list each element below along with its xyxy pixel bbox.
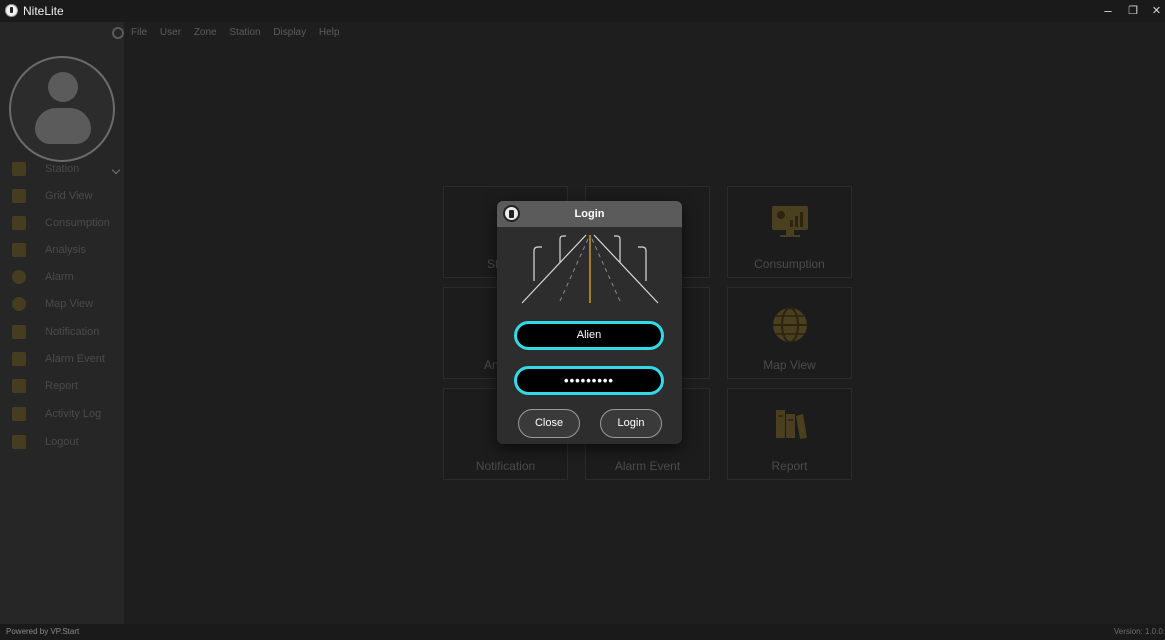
restore-button[interactable]: ❐ xyxy=(1123,2,1143,20)
globe-icon xyxy=(772,307,807,343)
menu-user[interactable]: User xyxy=(160,27,181,38)
menu-display[interactable]: Display xyxy=(273,27,306,38)
app-window: NiteLite – ❐ ✕ Station Grid View Consump… xyxy=(0,0,1165,640)
alarm-icon xyxy=(12,270,26,284)
app-title: NiteLite xyxy=(23,4,64,18)
sidebar-item-label: Alarm Event xyxy=(45,353,105,365)
sidebar-item-alarm-event[interactable]: Alarm Event xyxy=(0,347,124,373)
sidebar-item-consumption[interactable]: Consumption xyxy=(0,211,124,237)
menu-help[interactable]: Help xyxy=(319,27,340,38)
tile-label: Report xyxy=(771,459,808,473)
road-illustration xyxy=(521,234,659,304)
sidebar-item-label: Logout xyxy=(45,436,79,448)
password-field[interactable]: ••••••••• xyxy=(514,366,664,395)
tile-report[interactable]: Report xyxy=(727,388,852,480)
sidebar-item-label: Alarm xyxy=(45,271,74,283)
sidebar-item-grid-view[interactable]: Grid View xyxy=(0,184,124,210)
sidebar-item-label: Station xyxy=(45,163,80,175)
sidebar-item-report[interactable]: Report xyxy=(0,374,124,400)
menu-file[interactable]: File xyxy=(131,27,147,38)
sidebar-item-label: Map View xyxy=(45,298,94,310)
consumption-icon xyxy=(12,216,26,230)
notification-icon xyxy=(12,325,26,339)
login-dialog: Login Alien ••••••••• Close Login xyxy=(497,201,682,444)
sidebar-item-label: Grid View xyxy=(45,190,93,202)
logout-icon xyxy=(12,435,26,449)
sidebar: Station Grid View Consumption Analysis A… xyxy=(0,22,124,624)
title-bar: NiteLite – ❐ ✕ xyxy=(0,0,1165,22)
username-field[interactable]: Alien xyxy=(514,321,664,350)
sidebar-item-activity-log[interactable]: Activity Log xyxy=(0,402,124,428)
globe-icon xyxy=(12,297,26,311)
report-icon xyxy=(12,379,26,393)
sidebar-item-map-view[interactable]: Map View xyxy=(0,292,124,318)
powered-by-text: Powered by VP.Start xyxy=(6,627,80,636)
activity-log-icon xyxy=(12,407,26,421)
login-button[interactable]: Login xyxy=(600,409,662,438)
sidebar-item-label: Report xyxy=(45,380,79,392)
menu-zone[interactable]: Zone xyxy=(194,27,217,38)
close-window-button[interactable]: ✕ xyxy=(1148,2,1165,20)
sidebar-item-label: Activity Log xyxy=(45,408,102,420)
sidebar-item-label: Consumption xyxy=(45,217,110,229)
consumption-icon xyxy=(771,206,808,237)
avatar[interactable] xyxy=(9,56,115,162)
grid-view-icon xyxy=(12,189,26,203)
version-text: Version: 1.0.0. xyxy=(1113,627,1165,636)
sidebar-item-label: Notification xyxy=(45,326,100,338)
tile-label: Consumption xyxy=(754,257,825,271)
minimize-button[interactable]: – xyxy=(1098,2,1118,20)
sidebar-item-notification[interactable]: Notification xyxy=(0,320,124,346)
tile-map-view[interactable]: Map View xyxy=(727,287,852,379)
station-icon xyxy=(12,162,26,176)
alarm-event-icon xyxy=(12,352,26,366)
avatar-body-shape xyxy=(35,108,91,144)
menu-station[interactable]: Station xyxy=(229,27,260,38)
menu-bar: File User Zone Station Display Help xyxy=(131,27,349,41)
avatar-head-shape xyxy=(48,72,78,102)
dialog-header: Login xyxy=(497,201,682,227)
analysis-icon xyxy=(12,243,26,257)
gear-icon[interactable] xyxy=(112,27,124,39)
close-button[interactable]: Close xyxy=(518,409,580,438)
sidebar-item-alarm[interactable]: Alarm xyxy=(0,265,124,291)
tile-consumption[interactable]: Consumption xyxy=(727,186,852,278)
status-bar: Powered by VP.Start Version: 1.0.0. xyxy=(0,624,1165,640)
app-logo-icon xyxy=(5,4,18,17)
sidebar-item-logout[interactable]: Logout xyxy=(0,430,124,456)
report-icon xyxy=(775,410,807,439)
tile-label: Notification xyxy=(475,459,536,473)
tile-label: Map View xyxy=(763,358,816,372)
tile-label: Alarm Event xyxy=(614,459,681,473)
sidebar-item-analysis[interactable]: Analysis xyxy=(0,238,124,264)
dialog-title: Login xyxy=(574,208,605,220)
sidebar-item-label: Analysis xyxy=(45,244,86,256)
sidebar-item-station[interactable]: Station xyxy=(0,157,124,183)
